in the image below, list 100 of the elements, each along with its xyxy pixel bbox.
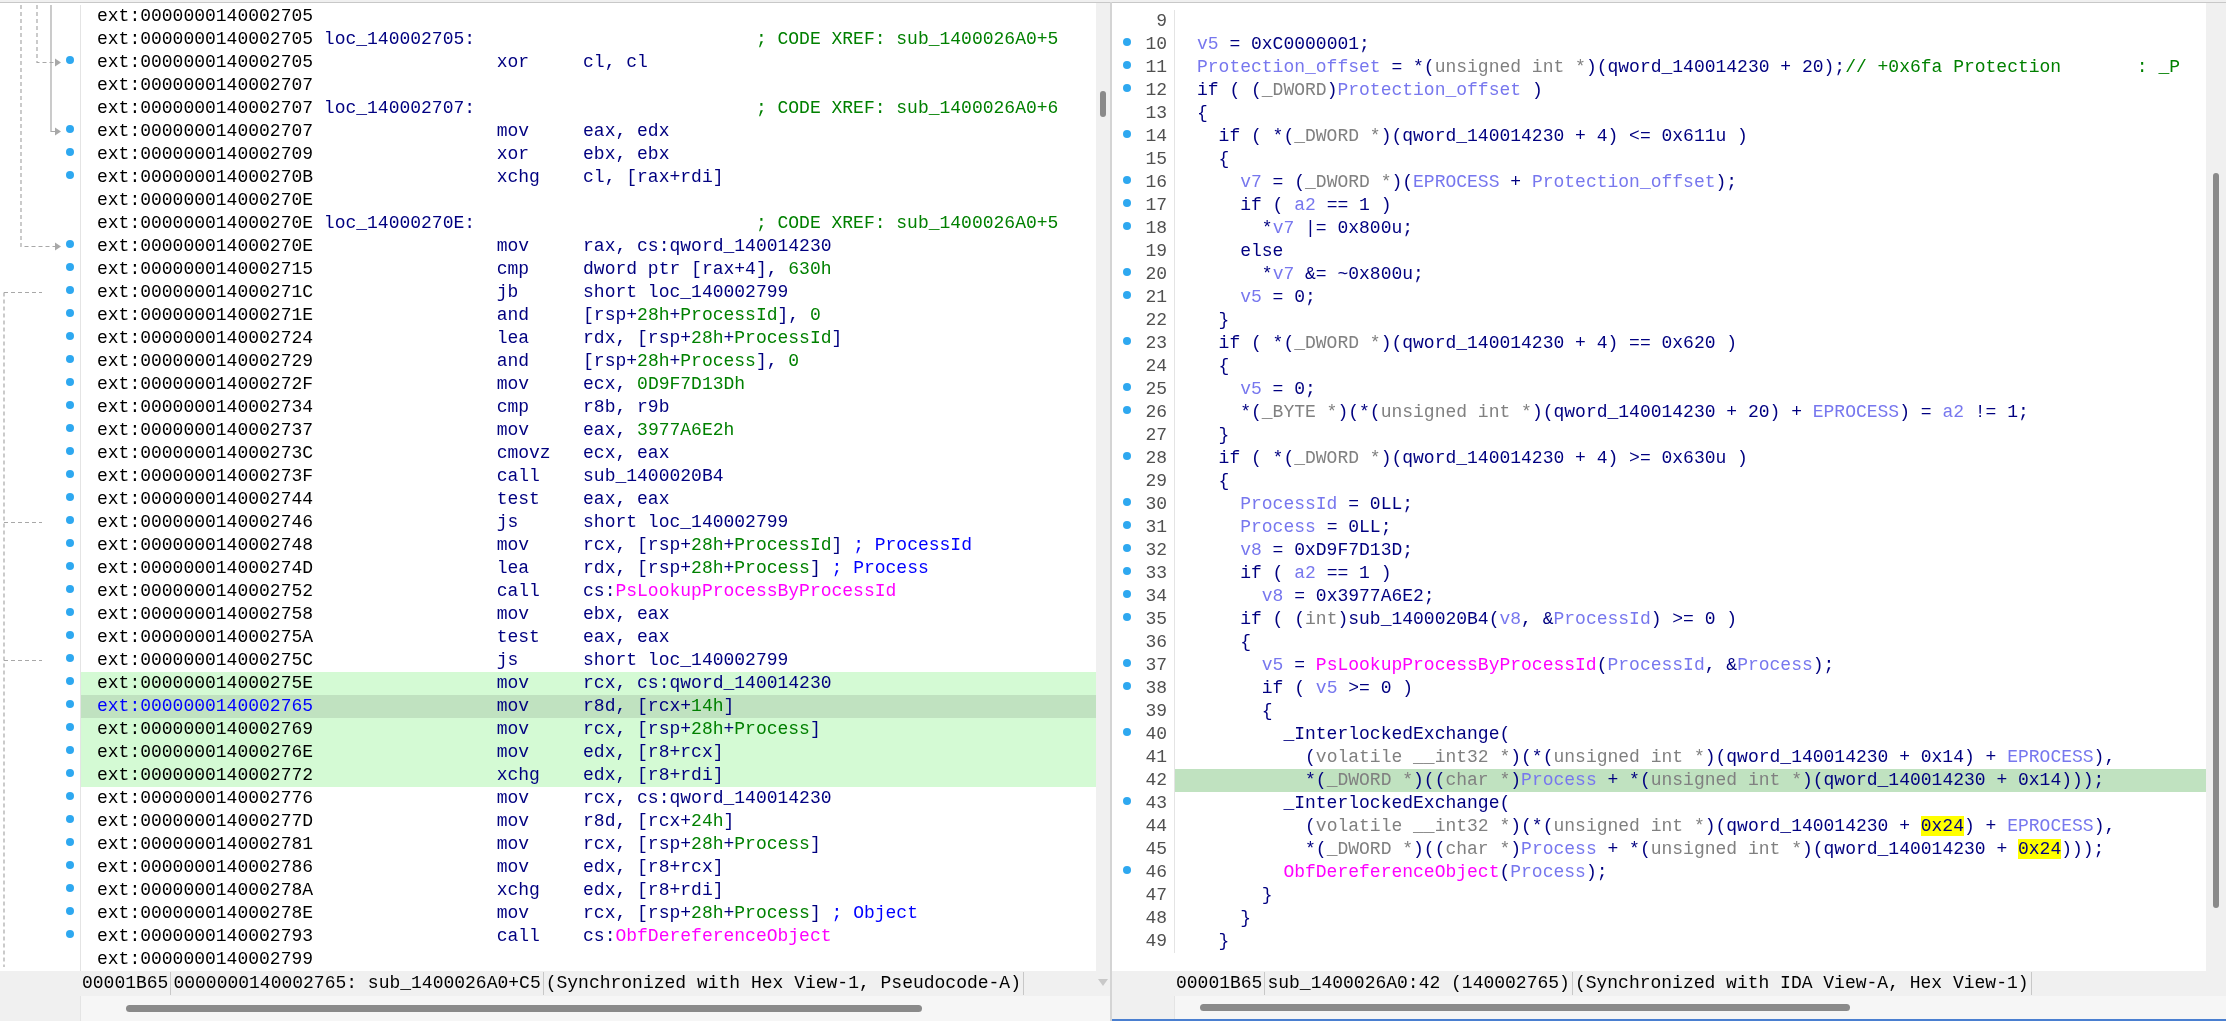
scrollbar-thumb[interactable] (1200, 1004, 1850, 1011)
operand-text: short loc_140002799 (583, 649, 789, 672)
address-text: ext:0000000140002786 (97, 856, 315, 879)
mnemonic-text: mov (496, 695, 531, 718)
address-text: ext:0000000140002724 (97, 327, 315, 350)
line-number: 39 (1145, 700, 1167, 723)
line-number: 10 (1145, 33, 1167, 56)
operand-text: ebx, eax (583, 603, 670, 626)
code-line: *(_DWORD *)((char *)Process + *(unsigned int *)(qword_140014230 + 0x24))); (1304, 838, 2105, 861)
operand-text: cl, cl (583, 51, 648, 74)
code-line: v5 = 0xC0000001; (1197, 33, 1370, 56)
status-text: (Synchronized with IDA View-A, Hex View-1) (1572, 972, 2032, 995)
line-number: 26 (1145, 401, 1167, 424)
code-line: { (1217, 470, 1230, 493)
operand-text: rdx, [rsp+28h+Process] ; Process (583, 557, 929, 580)
operand-text: ebx, ebx (583, 143, 670, 166)
operand-text: eax, eax (583, 488, 670, 511)
address-text: ext:000000014000278A (97, 879, 315, 902)
code-line: v5 = 0; (1239, 286, 1316, 309)
line-number: 29 (1145, 470, 1167, 493)
code-line: if ( a2 == 1 ) (1239, 562, 1392, 585)
address-text: ext:000000014000275A (97, 626, 315, 649)
operand-text: rcx, [rsp+28h+Process] (583, 718, 821, 741)
vertical-scrollbar[interactable] (2206, 3, 2226, 971)
operand-text: r8d, [rcx+24h] (583, 810, 735, 833)
operand-text: edx, [r8+rdi] (583, 879, 724, 902)
line-number: 30 (1145, 493, 1167, 516)
line-number: 48 (1145, 907, 1167, 930)
line-number: 40 (1145, 723, 1167, 746)
address-text: ext:000000014000273C (97, 442, 315, 465)
mnemonic-text: mov (496, 833, 531, 856)
address-text: ext:000000014000270E (97, 189, 315, 212)
line-number: 45 (1145, 838, 1167, 861)
address-text: ext:0000000140002707 (97, 74, 315, 97)
horizontal-scrollbar[interactable] (1174, 996, 2226, 1019)
code-line: (volatile __int32 *)(*(unsigned int *)(qword_140014230 + 0x24) + EPROCESS), (1304, 815, 2116, 838)
code-line: *v7 |= 0x800u; (1260, 217, 1414, 240)
code-line: else (1239, 240, 1284, 263)
code-line: if ( (int)sub_1400020B4(v8, &ProcessId) >= 0 ) (1239, 608, 1738, 631)
status-text: 00001B65 (80, 972, 172, 995)
code-line: } (1217, 930, 1230, 953)
code-line: *v7 &= ~0x800u; (1260, 263, 1424, 286)
line-number: 20 (1145, 263, 1167, 286)
line-number: 16 (1145, 171, 1167, 194)
address-text: ext:000000014000270B (97, 166, 315, 189)
mnemonic-text: mov (496, 373, 531, 396)
line-number: 22 (1145, 309, 1167, 332)
operand-text: r8b, r9b (583, 396, 670, 419)
code-line: { (1217, 355, 1230, 378)
operand-text: cl, [rax+rdi] (583, 166, 724, 189)
code-line: if ( (_DWORD)Protection_offset ) (1197, 79, 1543, 102)
address-text: ext:000000014000276E (97, 741, 315, 764)
vertical-scrollbar[interactable] (1096, 3, 1110, 971)
operand-text: rcx, [rsp+28h+ProcessId] ; ProcessId (583, 534, 972, 557)
code-line: if ( *(_DWORD *)(qword_140014230 + 4) == 0x620 ) (1217, 332, 1738, 355)
line-number: 14 (1145, 125, 1167, 148)
scrollbar-thumb[interactable] (2213, 173, 2219, 908)
line-number: 32 (1145, 539, 1167, 562)
line-number: 24 (1145, 355, 1167, 378)
xref-comment: ; CODE XREF: sub_1400026A0+6 (755, 97, 1059, 120)
code-line: { (1217, 148, 1230, 171)
line-number: 12 (1145, 79, 1167, 102)
line-number: 42 (1145, 769, 1167, 792)
horizontal-scrollbar[interactable] (80, 996, 1110, 1021)
operand-text: edx, [r8+rcx] (583, 741, 724, 764)
mnemonic-text: xchg (496, 166, 541, 189)
operand-text: dword ptr [rax+4], 630h (583, 258, 832, 281)
code-line: *(_DWORD *)((char *)Process + *(unsigned int *)(qword_140014230 + 0x14))); (1304, 769, 2105, 792)
scroll-down-icon[interactable] (1098, 979, 1108, 986)
operand-text: rcx, [rsp+28h+Process] (583, 833, 821, 856)
address-text: ext:0000000140002769 (97, 718, 315, 741)
line-number: 11 (1145, 56, 1167, 79)
mnemonic-text: mov (496, 810, 531, 833)
code-line: Protection_offset = *(unsigned int *)(qword_140014230 + 20);// +0x6fa Protection : _P (1197, 56, 2180, 79)
address-text: ext:000000014000270E (97, 235, 315, 258)
address-text: ext:0000000140002799 (97, 948, 315, 971)
mnemonic-text: mov (496, 120, 531, 143)
mnemonic-text: lea (496, 327, 531, 350)
code-line: { (1260, 700, 1273, 723)
mnemonic-text: call (496, 580, 541, 603)
address-text: ext:0000000140002715 (97, 258, 315, 281)
code-line: if ( v5 >= 0 ) (1260, 677, 1414, 700)
operand-text: [rsp+28h+ProcessId], 0 (583, 304, 821, 327)
operand-text: r8d, [rcx+14h] (583, 695, 735, 718)
line-number: 47 (1145, 884, 1167, 907)
scrollbar-thumb[interactable] (126, 1005, 922, 1012)
mnemonic-text: xor (496, 143, 531, 166)
scrollbar-thumb[interactable] (1100, 91, 1106, 117)
mnemonic-text: mov (496, 902, 531, 925)
code-line: } (1217, 424, 1230, 447)
line-number: 28 (1145, 447, 1167, 470)
address-text: ext:0000000140002729 (97, 350, 315, 373)
line-number: 38 (1145, 677, 1167, 700)
address-text: ext:0000000140002705 (97, 5, 315, 28)
code-label: loc_140002707: (323, 97, 477, 120)
operand-text: [rsp+28h+Process], 0 (583, 350, 800, 373)
address-text: ext:000000014000278E (97, 902, 315, 925)
mnemonic-text: test (496, 488, 541, 511)
address-text: ext:0000000140002705 (97, 51, 315, 74)
line-number: 34 (1145, 585, 1167, 608)
